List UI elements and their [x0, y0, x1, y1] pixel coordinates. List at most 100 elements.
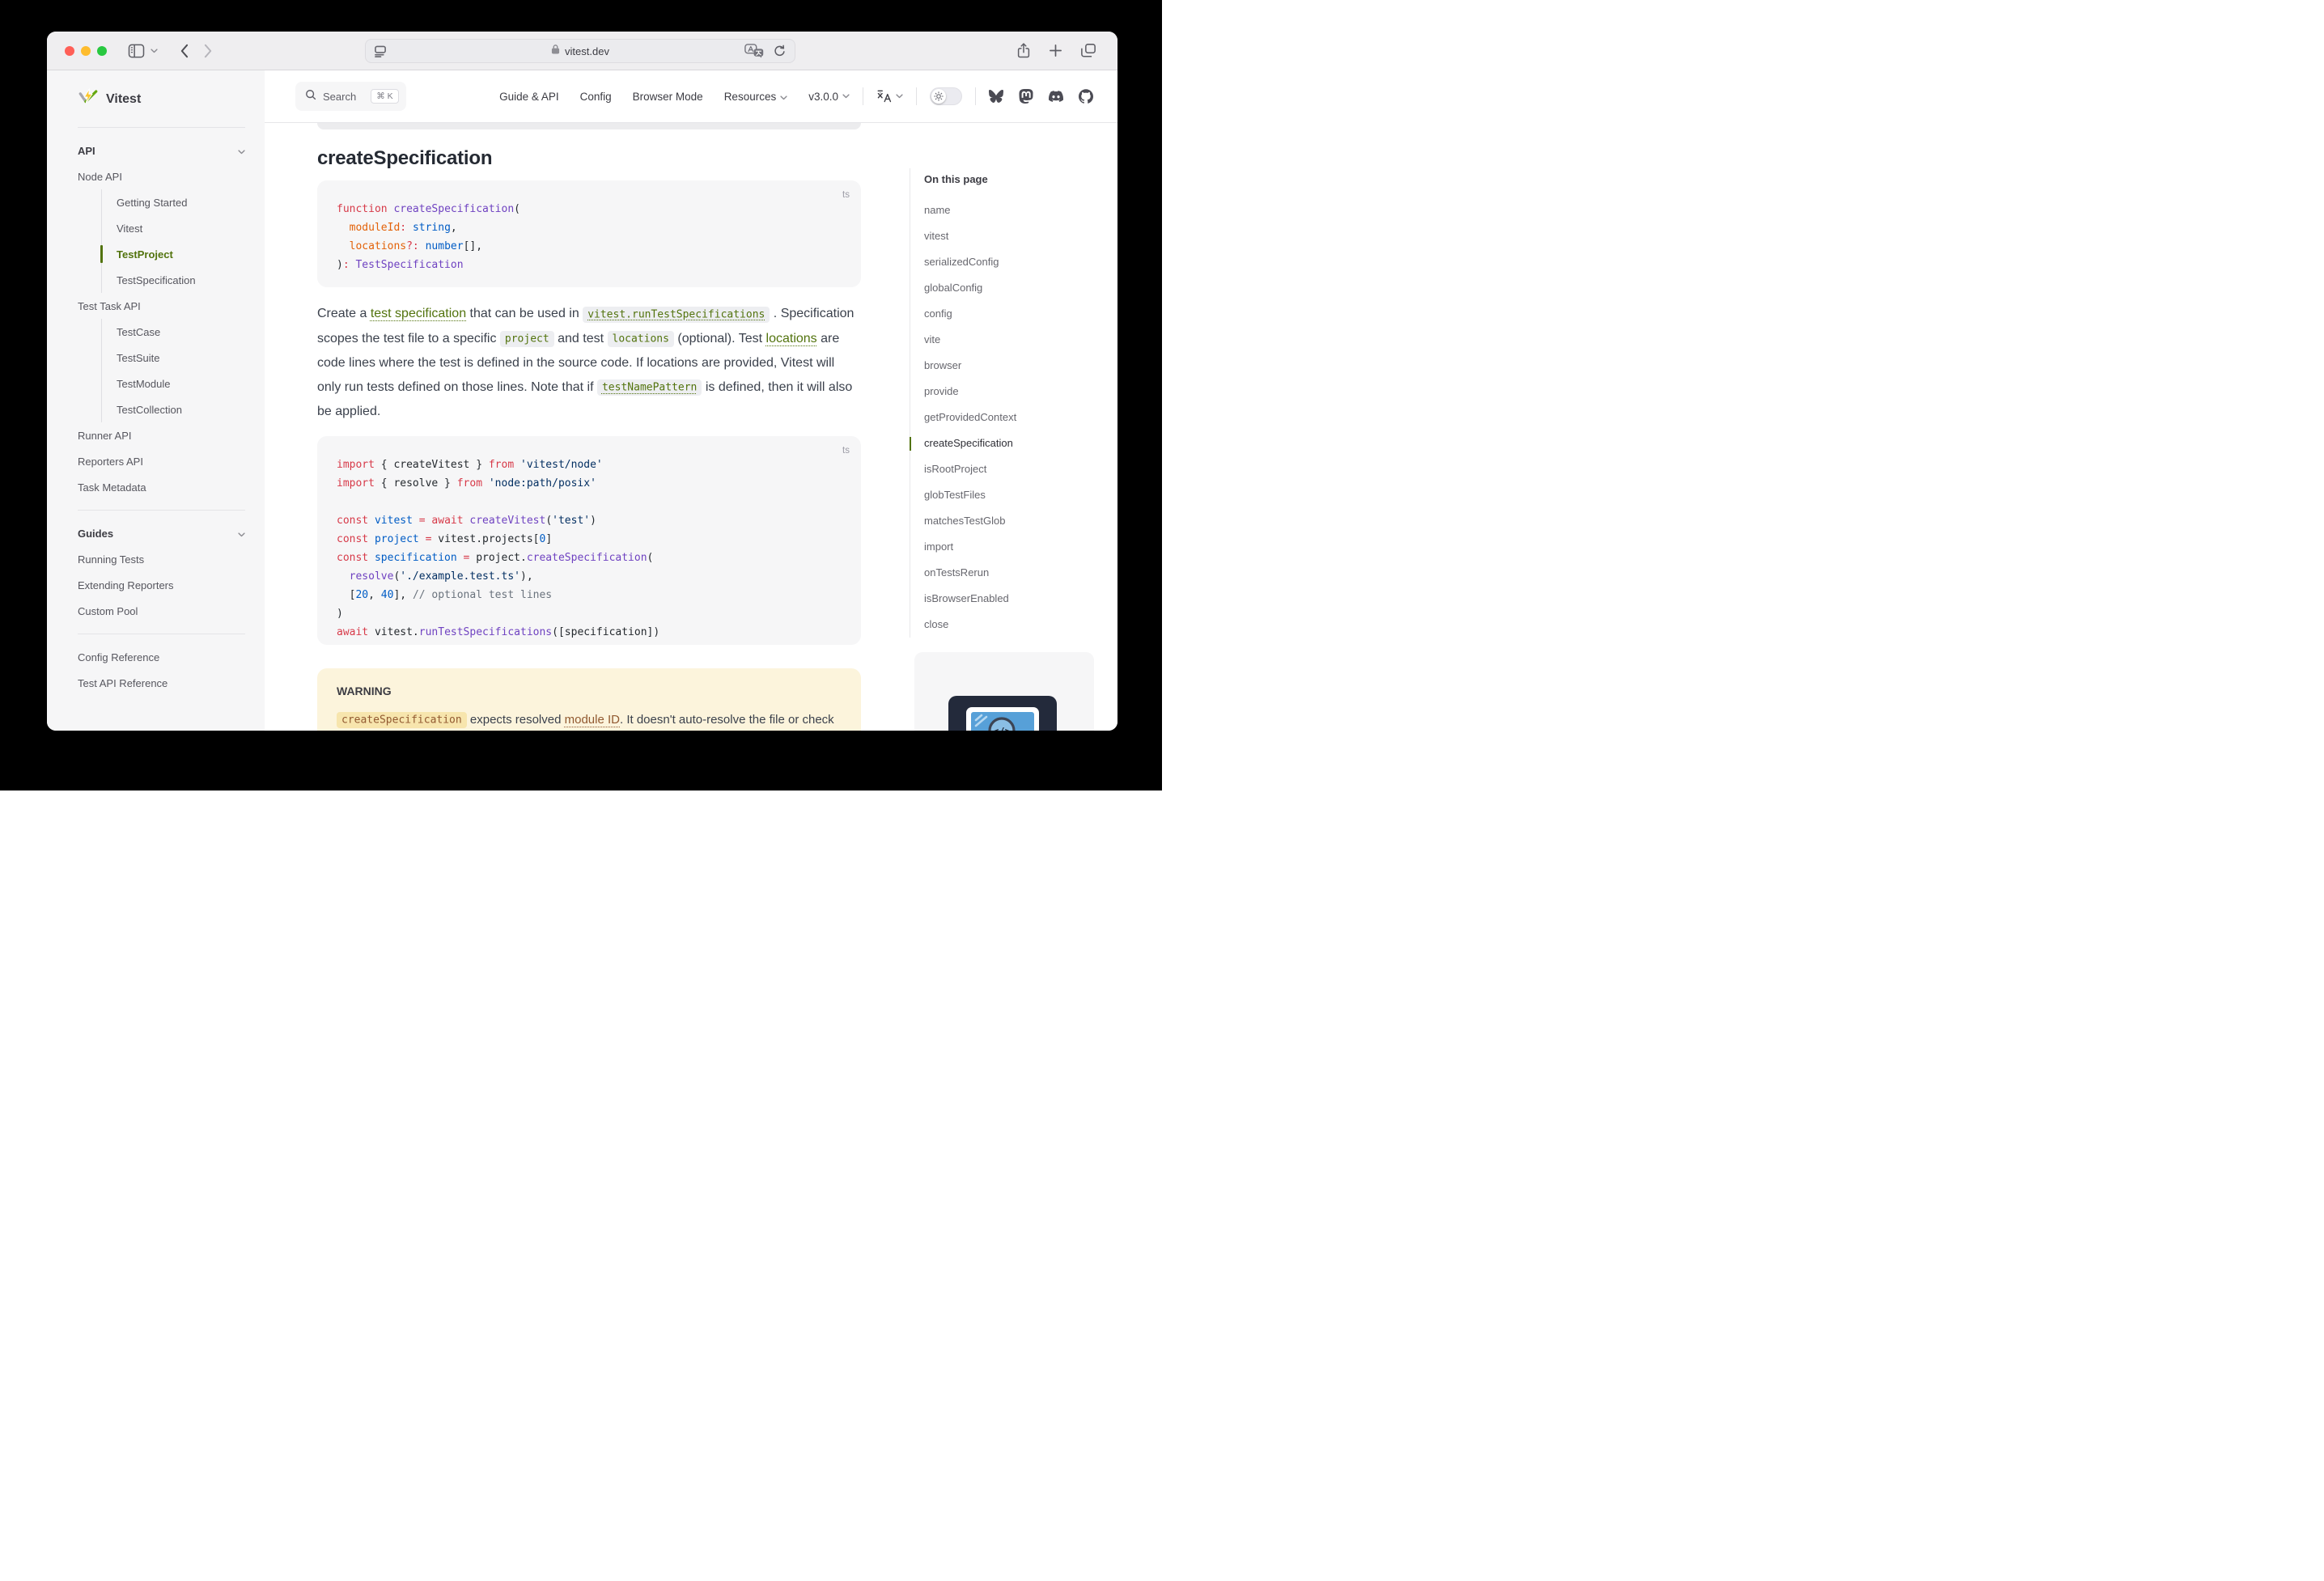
url-text: vitest.dev: [565, 45, 609, 57]
toc-item-import[interactable]: import: [924, 534, 1084, 560]
toc-item-globtestfiles[interactable]: globTestFiles: [924, 482, 1084, 508]
inline-code: createSpecification: [337, 712, 467, 728]
bluesky-icon[interactable]: [989, 89, 1003, 104]
code-search-illustration: </>: [948, 696, 1057, 731]
signature-code-block[interactable]: tsfunction createSpecification( moduleId…: [317, 180, 861, 287]
toc-item-isbrowserenabled[interactable]: isBrowserEnabled: [924, 586, 1084, 612]
sidebar-menu-chevron-icon[interactable]: [151, 49, 158, 53]
sidebar-item-runner-api[interactable]: Runner API: [78, 422, 245, 448]
minimize-window-button[interactable]: [81, 46, 91, 56]
chevron-down-icon: [238, 145, 245, 157]
nav-link-label: Guide & API: [499, 91, 559, 103]
sidebar-item-vitest[interactable]: Vitest: [101, 215, 245, 241]
search-shortcut-badge: ⌘ K: [371, 89, 398, 104]
sidebar-item-testcollection[interactable]: TestCollection: [101, 396, 245, 422]
toc-item-serializedconfig[interactable]: serializedConfig: [924, 249, 1084, 275]
sidebar-item-config-reference[interactable]: Config Reference: [78, 644, 245, 670]
toc-item-createspecification[interactable]: createSpecification: [924, 430, 1084, 456]
nav-link-label: Resources: [724, 91, 777, 103]
sidebar-item-test-api-reference[interactable]: Test API Reference: [78, 670, 245, 696]
vitest-logo-icon: [78, 87, 99, 112]
back-button[interactable]: [180, 44, 189, 58]
close-window-button[interactable]: [65, 46, 74, 56]
desktop-background: vitest.dev: [0, 0, 1162, 790]
chevron-down-icon: [780, 91, 787, 103]
sidebar-item-testproject[interactable]: TestProject: [101, 241, 245, 267]
sidebar-nav: API Node APIGetting StartedVitestTestProj…: [78, 127, 245, 696]
sidebar-section-api[interactable]: API: [78, 138, 245, 163]
intro-paragraph: Create a test specification that can be …: [317, 302, 861, 424]
nav-link-browser-mode[interactable]: Browser Mode: [633, 91, 703, 103]
version-menu[interactable]: v3.0.0: [808, 91, 850, 103]
toc-item-vite[interactable]: vite: [924, 327, 1084, 353]
mastodon-icon[interactable]: [1019, 89, 1033, 104]
sidebar-item-getting-started[interactable]: Getting Started: [101, 189, 245, 215]
toc-item-config[interactable]: config: [924, 301, 1084, 327]
brand[interactable]: Vitest: [78, 82, 245, 117]
nav-link-resources[interactable]: Resources: [724, 91, 788, 103]
sidebar-item-custom-pool[interactable]: Custom Pool: [78, 598, 245, 624]
share-icon[interactable]: [1016, 42, 1031, 59]
forward-button[interactable]: [204, 44, 213, 58]
github-icon[interactable]: [1079, 89, 1093, 104]
sidebar-item-test-task-api[interactable]: Test Task API: [78, 293, 245, 319]
sidebar-item-testmodule[interactable]: TestModule: [101, 371, 245, 396]
sidebar-item-extending-reporters[interactable]: Extending Reporters: [78, 572, 245, 598]
search-button[interactable]: Search ⌘ K: [295, 82, 406, 111]
warning-callout: WARNING createSpecification expects reso…: [317, 668, 861, 731]
inline-code-link[interactable]: testNamePattern: [597, 379, 702, 396]
sidebar-section-guides[interactable]: Guides: [78, 520, 245, 546]
toc-item-getprovidedcontext[interactable]: getProvidedContext: [924, 405, 1084, 430]
reload-icon[interactable]: [773, 45, 787, 58]
toc-item-isrootproject[interactable]: isRootProject: [924, 456, 1084, 482]
search-icon: [305, 89, 316, 104]
sidebar-item-node-api[interactable]: Node API: [78, 163, 245, 189]
sidebar-section-label: API: [78, 145, 95, 157]
social-links: [989, 89, 1093, 104]
nav-link-config[interactable]: Config: [580, 91, 612, 103]
sidebar-divider: [78, 127, 245, 128]
toc-list: namevitestserializedConfigglobalConfigco…: [924, 197, 1084, 638]
toc-item-provide[interactable]: provide: [924, 379, 1084, 405]
docs-navbar: Search ⌘ K Guide & API Config Browser Mode…: [265, 70, 1117, 123]
svg-text:</>: </>: [993, 726, 1011, 731]
example-code-block[interactable]: tsimport { createVitest } from 'vitest/n…: [317, 436, 861, 645]
toc-item-browser[interactable]: browser: [924, 353, 1084, 379]
sidebar-item-testsuite[interactable]: TestSuite: [101, 345, 245, 371]
sidebar-item-task-metadata[interactable]: Task Metadata: [78, 474, 245, 500]
new-tab-icon[interactable]: [1049, 44, 1062, 57]
sidebar-section-label: Guides: [78, 528, 113, 540]
tabs-overview-icon[interactable]: [1080, 43, 1096, 58]
toc-item-matchestestglob[interactable]: matchesTestGlob: [924, 508, 1084, 534]
translations-menu[interactable]: [876, 90, 903, 103]
address-bar[interactable]: vitest.dev: [365, 39, 795, 63]
toc-item-ontestsrerun[interactable]: onTestsRerun: [924, 560, 1084, 586]
sidebar-toggle-button[interactable]: [128, 44, 145, 58]
code-lang-label: ts: [842, 442, 850, 460]
sponsor-card[interactable]: </>: [914, 652, 1094, 731]
code-line: ): [337, 604, 848, 623]
inline-code-link[interactable]: vitest.runTestSpecifications: [583, 307, 770, 323]
sidebar-item-testcase[interactable]: TestCase: [101, 319, 245, 345]
browser-toolbar: vitest.dev: [47, 32, 1117, 70]
nav-link-guide-api[interactable]: Guide & API: [499, 91, 559, 103]
toc-item-close[interactable]: close: [924, 612, 1084, 638]
toc-item-vitest[interactable]: vitest: [924, 223, 1084, 249]
toc-item-name[interactable]: name: [924, 197, 1084, 223]
reader-format-icon[interactable]: [374, 45, 388, 57]
translate-page-icon[interactable]: [744, 44, 765, 58]
sidebar-item-reporters-api[interactable]: Reporters API: [78, 448, 245, 474]
discord-icon[interactable]: [1049, 89, 1063, 104]
code-line: function createSpecification(: [337, 200, 848, 218]
doc-content: createSpecification tsfunction createSpe…: [265, 123, 1117, 731]
dark-mode-toggle[interactable]: [930, 87, 962, 105]
doc-link[interactable]: locations: [766, 332, 817, 345]
sidebar-item-testspecification[interactable]: TestSpecification: [101, 267, 245, 293]
toc-item-globalconfig[interactable]: globalConfig: [924, 275, 1084, 301]
inline-code: locations: [608, 331, 674, 347]
doc-link[interactable]: test specification: [371, 307, 466, 320]
zoom-window-button[interactable]: [97, 46, 107, 56]
sidebar-item-running-tests[interactable]: Running Tests: [78, 546, 245, 572]
inline-code: project: [500, 331, 554, 347]
doc-link[interactable]: module ID: [565, 713, 620, 727]
